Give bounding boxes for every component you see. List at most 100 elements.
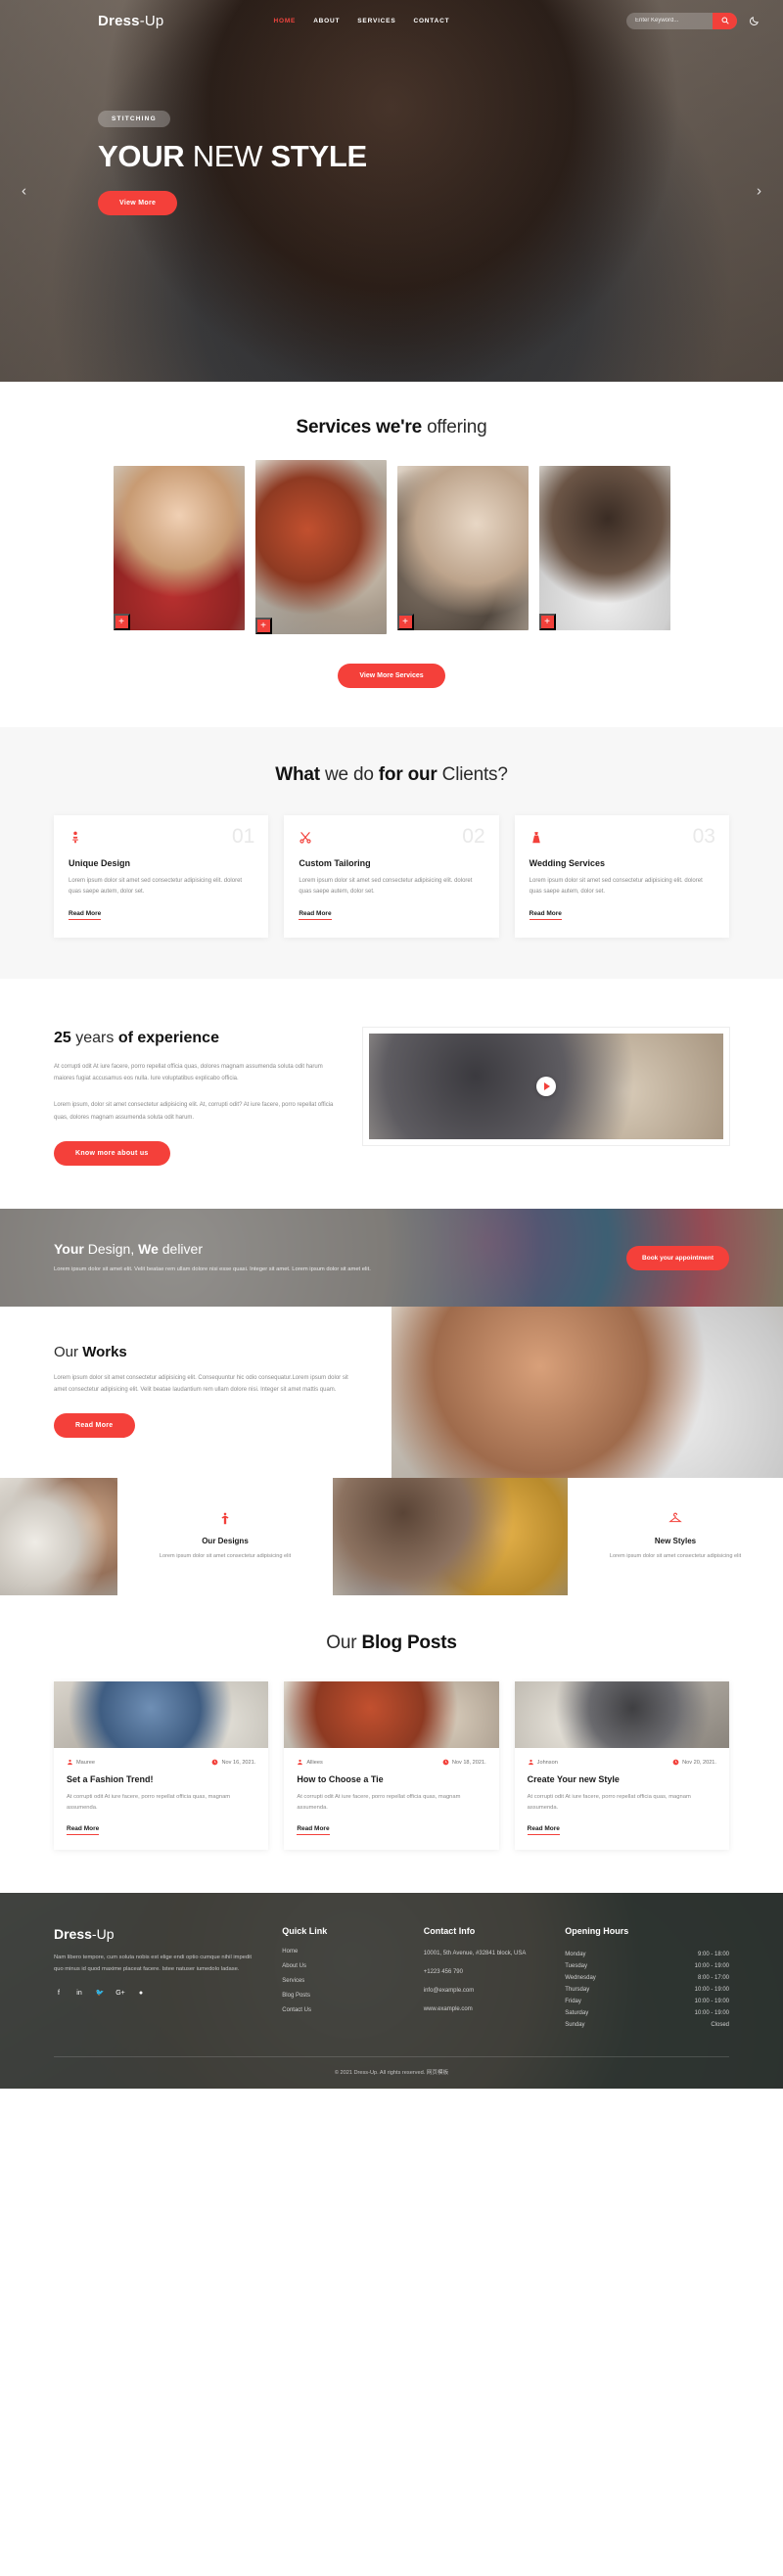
blog-read-more-link[interactable]: Read More	[297, 1825, 330, 1836]
blog-post-title[interactable]: Set a Fashion Trend!	[67, 1774, 255, 1784]
experience-paragraph-2: Lorem ipsum, dolor sit amet consectetur …	[54, 1101, 334, 1121]
search-input[interactable]	[626, 18, 713, 23]
blog-date: Nov 16, 2021.	[211, 1759, 255, 1766]
footer-contact-website[interactable]: www.example.com	[424, 2004, 539, 2015]
footer-copyright: © 2021 Dress-Up. All rights reserved. 网页…	[54, 2056, 729, 2089]
hero-section: Dress-Up HOME ABOUT SERVICES CONTACT Ent…	[0, 0, 783, 382]
nav-item-home[interactable]: HOME	[273, 14, 296, 28]
card-read-more-link[interactable]: Read More	[529, 910, 562, 920]
blog-thumbnail[interactable]	[514, 1681, 729, 1749]
main-nav: HOME ABOUT SERVICES CONTACT	[273, 14, 449, 28]
banner-text: Lorem ipsum dolor sit amet elit. Velit b…	[54, 1265, 371, 1272]
clock-icon	[212, 1759, 218, 1766]
clients-title: What we do for our Clients?	[54, 764, 729, 786]
service-photo-2	[254, 460, 387, 634]
twitter-icon[interactable]: 🐦	[95, 1988, 105, 1998]
footer-link-contact-us[interactable]: Contact Us	[282, 2007, 397, 2013]
user-icon	[298, 1760, 303, 1766]
facebook-icon[interactable]: f	[54, 1988, 64, 1998]
footer-hours-column: Opening Hours Monday 9:00 - 18:00 Tuesday…	[565, 1926, 729, 2031]
service-card[interactable]: +	[254, 460, 387, 634]
blog-post-text: At corrupti odit At iure facere, porro r…	[527, 1794, 691, 1812]
know-more-about-us-button[interactable]: Know more about us	[54, 1141, 170, 1167]
clock-icon	[672, 1759, 679, 1766]
footer-contact-email[interactable]: info@example.com	[424, 1986, 539, 1997]
hero-prev-button[interactable]: ‹	[22, 184, 26, 199]
hours-day: Tuesday	[565, 1963, 587, 1970]
search-button[interactable]	[713, 12, 737, 29]
blog-author-name: Alliees	[306, 1759, 323, 1766]
footer-link-home[interactable]: Home	[282, 1949, 397, 1955]
works-section: Our Works Lorem ipsum dolor sit amet con…	[0, 1307, 783, 1479]
brand-logo[interactable]: Dress-Up	[98, 13, 163, 29]
blog-post-title[interactable]: How to Choose a Tie	[297, 1774, 485, 1784]
theme-toggle-button[interactable]	[747, 14, 761, 28]
service-plus-button[interactable]: +	[396, 614, 414, 630]
blog-post-title[interactable]: Create Your new Style	[528, 1774, 716, 1784]
footer-link-about-us[interactable]: About Us	[282, 1963, 397, 1969]
services-title-bold: Services we're	[296, 417, 423, 437]
hero-view-more-button[interactable]: View More	[98, 190, 178, 215]
scissors-icon	[299, 831, 484, 847]
nav-item-contact[interactable]: CONTACT	[413, 14, 449, 28]
works-read-more-button[interactable]: Read More	[54, 1413, 135, 1439]
blog-meta: Johnson Nov 20, 2021.	[528, 1759, 716, 1766]
linkedin-icon[interactable]: in	[74, 1988, 84, 1998]
table-row: Tuesday 10:00 - 19:00	[565, 1960, 729, 1972]
service-card[interactable]: +	[538, 466, 670, 630]
table-row: Sunday Closed	[565, 2019, 729, 2031]
nav-item-services[interactable]: SERVICES	[357, 14, 395, 28]
blog-meta: Alliees Nov 18, 2021.	[297, 1759, 486, 1766]
hero-title-part2: NEW	[184, 139, 271, 173]
hero-title-part1: YOUR	[98, 139, 185, 173]
blog-thumbnail[interactable]	[54, 1681, 269, 1749]
clients-cards: 01 Unique Design Lorem ipsum dolor sit a…	[54, 815, 729, 938]
service-plus-button[interactable]: +	[538, 614, 556, 630]
footer-brand-logo[interactable]: Dress-Up	[54, 1926, 256, 1942]
blog-read-more-link[interactable]: Read More	[67, 1825, 100, 1836]
works-main-photo	[392, 1307, 783, 1479]
video-play-button[interactable]	[536, 1076, 556, 1096]
client-card: 01 Unique Design Lorem ipsum dolor sit a…	[54, 815, 269, 938]
card-title: Wedding Services	[529, 858, 606, 868]
blog-date: Nov 18, 2021.	[442, 1759, 486, 1766]
blog-thumbnail[interactable]	[284, 1681, 499, 1749]
view-more-services-button[interactable]: View More Services	[338, 664, 445, 688]
works-title-rest: Our	[54, 1344, 83, 1361]
hanger-icon	[668, 1512, 682, 1528]
blog-card: Alliees Nov 18, 2021. How to Choose a Ti…	[284, 1681, 499, 1851]
experience-video-frame	[363, 1027, 729, 1145]
banner-title-part3: We	[138, 1240, 159, 1257]
google-plus-icon[interactable]: G+	[115, 1988, 125, 1998]
dress-form-icon	[218, 1512, 232, 1528]
table-row: Saturday 10:00 - 19:00	[565, 2007, 729, 2019]
card-read-more-link[interactable]: Read More	[299, 910, 332, 920]
hours-day: Saturday	[565, 2010, 589, 2017]
footer-link-blog-posts[interactable]: Blog Posts	[282, 1993, 397, 1999]
service-plus-button[interactable]: +	[254, 618, 272, 634]
service-card[interactable]: +	[113, 466, 245, 630]
footer-link-services[interactable]: Services	[282, 1978, 397, 1984]
works-features-row: Our Designs Lorem ipsum dolor sit amet c…	[0, 1478, 783, 1596]
github-icon[interactable]: ●	[136, 1988, 146, 1998]
hero-badge: STITCHING	[98, 111, 170, 127]
blog-read-more-link[interactable]: Read More	[527, 1825, 560, 1836]
footer-contact-phone[interactable]: +1223 456 790	[424, 1967, 539, 1978]
hours-time: 8:00 - 17:00	[697, 1975, 730, 1982]
opening-hours-table: Monday 9:00 - 18:00 Tuesday 10:00 - 19:00 …	[565, 1949, 729, 2031]
user-icon	[68, 1760, 72, 1766]
service-photo-4	[538, 466, 670, 630]
services-section: Services we're offering + + + + View Mor…	[0, 382, 783, 727]
hero-next-button[interactable]: ›	[757, 184, 761, 199]
hours-time: 10:00 - 19:00	[694, 1963, 730, 1970]
table-row: Thursday 10:00 - 19:00	[565, 1984, 729, 1996]
footer-quick-links-column: Quick Link Home About Us Services Blog P…	[282, 1926, 397, 2031]
nav-item-about[interactable]: ABOUT	[313, 14, 340, 28]
blog-photo-2	[284, 1681, 499, 1749]
works-feature-text: Lorem ipsum dolor sit amet consectetur a…	[159, 1553, 292, 1560]
book-appointment-button[interactable]: Book your appointment	[626, 1245, 729, 1270]
card-number: 02	[462, 825, 485, 848]
service-card[interactable]: +	[396, 466, 529, 630]
service-plus-button[interactable]: +	[113, 614, 130, 630]
card-read-more-link[interactable]: Read More	[69, 910, 102, 920]
